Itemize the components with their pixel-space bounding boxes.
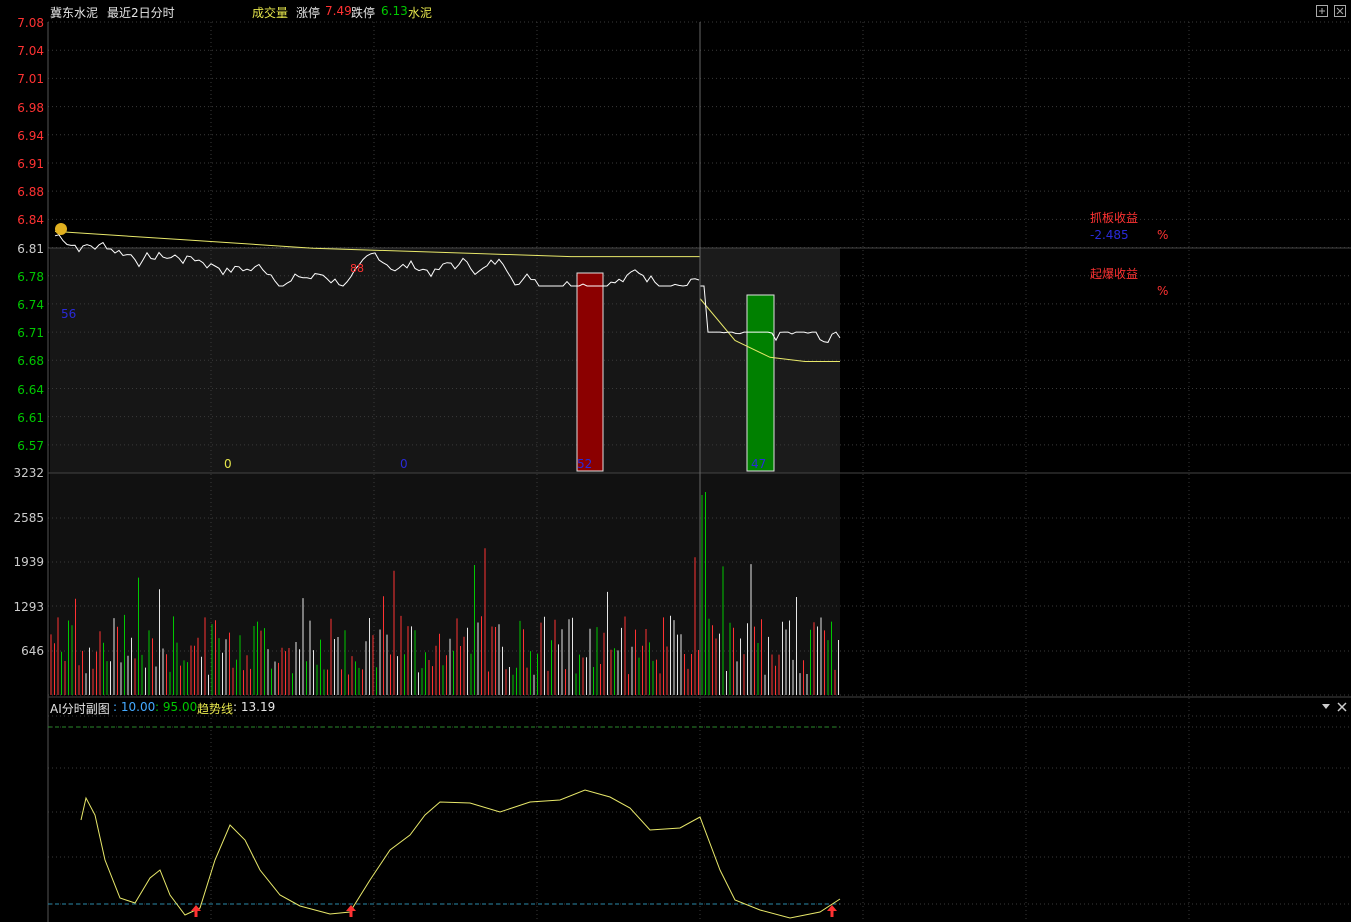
burst-label: 起爆收益	[1090, 267, 1139, 281]
price-tick: 7.04	[17, 44, 44, 59]
grab-unit: %	[1157, 228, 1169, 242]
price-tick: 6.78	[17, 269, 44, 284]
sub-value-1: : 10.00	[113, 700, 156, 714]
price-tick: 6.57	[17, 439, 44, 453]
trend-value: : 13.19	[233, 700, 276, 714]
price-tick: 6.61	[17, 410, 44, 425]
price-tick: 6.71	[17, 326, 44, 341]
volume-tick: 646	[21, 644, 44, 658]
sub-chart-header: AI分时副图 : 10.00 : 95.00 趋势线 : 13.19	[0, 698, 1351, 716]
close-sub-icon[interactable]	[1337, 702, 1347, 712]
price-tick: 6.88	[17, 185, 44, 200]
chart-area	[47, 21, 1351, 922]
price-tick: 6.74	[17, 298, 44, 312]
red-marker: 88	[350, 262, 364, 275]
start-marker-icon	[55, 223, 67, 235]
chevron-down-icon[interactable]	[1321, 703, 1331, 711]
price-tick: 6.64	[17, 382, 44, 397]
price-tick: 6.94	[17, 128, 44, 143]
green-signal-bar	[746, 294, 775, 472]
price-tick: 6.84	[17, 213, 44, 228]
sub-chart-title: AI分时副图	[50, 702, 110, 716]
marker-2: 0	[400, 457, 408, 471]
price-tick: 6.81	[17, 241, 44, 256]
price-tick: 6.98	[17, 100, 44, 115]
marker-1: 0	[224, 457, 232, 471]
volume-tick: 2585	[13, 510, 44, 525]
buy-arrow-icon	[191, 905, 201, 917]
trend-line	[80, 789, 841, 919]
sub-value-2: : 95.00	[155, 700, 198, 714]
price-tick: 6.91	[17, 157, 44, 171]
marker-3: 52	[577, 457, 593, 471]
volume-shade	[50, 473, 840, 695]
volume-tick: 1939	[13, 555, 44, 569]
burst-unit: %	[1157, 284, 1169, 298]
price-tick: 7.08	[17, 16, 44, 30]
buy-arrows	[191, 905, 837, 917]
grab-value: -2.485	[1090, 228, 1129, 242]
left-marker: 56	[61, 307, 77, 321]
volume-tick: 1293	[13, 599, 44, 614]
price-tick: 7.01	[17, 72, 44, 87]
buy-arrow-icon	[346, 905, 356, 917]
marker-4: 47	[751, 457, 767, 471]
red-signal-bar	[576, 272, 604, 472]
trend-label: 趋势线	[197, 702, 234, 716]
volume-tick: 3232	[13, 466, 44, 480]
price-tick: 6.68	[17, 354, 44, 369]
grab-label: 抓板收益	[1090, 211, 1139, 225]
